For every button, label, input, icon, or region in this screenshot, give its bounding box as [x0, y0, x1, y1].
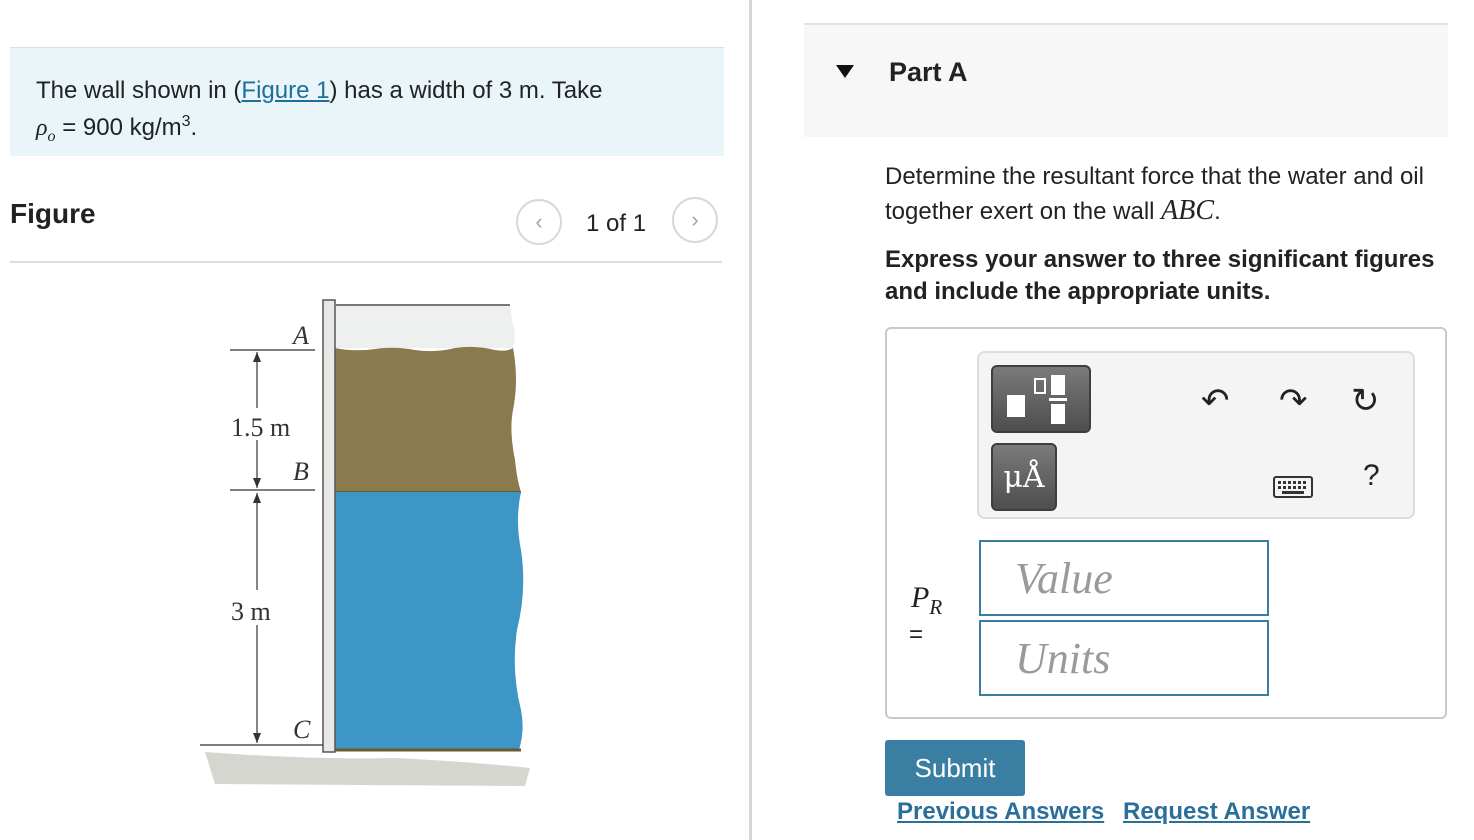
rho-end: . [190, 114, 198, 141]
rho-value: = 900 kg/m [55, 114, 182, 141]
arrowhead [253, 493, 261, 503]
variable-main: P [911, 581, 930, 614]
reset-icon[interactable]: ↻ [1351, 381, 1380, 421]
chevron-right-icon: › [691, 207, 699, 232]
ground [205, 752, 530, 786]
water-region [335, 492, 524, 750]
equals-sign: = [909, 621, 924, 648]
figure-counter: 1 of 1 [586, 210, 647, 237]
problem-line-1: The wall shown in (Figure 1) has a width… [36, 76, 698, 106]
previous-answers-link[interactable]: Previous Answers [897, 798, 1104, 826]
rho-symbol: ρ [36, 115, 48, 141]
question-text: Determine the resultant force that the w… [885, 160, 1445, 229]
request-answer-link[interactable]: Request Answer [1123, 798, 1310, 826]
keyboard-icon[interactable] [1273, 469, 1313, 508]
dim-label-top: 1.5 m [231, 413, 290, 442]
submit-button[interactable]: Submit [885, 740, 1025, 796]
previous-figure-button[interactable]: ‹ [516, 199, 562, 245]
instruction-text: Express your answer to three significant… [885, 246, 1435, 305]
math-toolbar: μÅ ↶ ↷ ↻ ? [977, 351, 1415, 519]
answer-variable: PR [911, 581, 942, 620]
figure-title: Figure [10, 198, 96, 229]
undo-icon[interactable]: ↶ [1201, 381, 1230, 421]
fraction-template-icon [1007, 375, 1067, 424]
answer-box: μÅ ↶ ↷ ↻ ? PR = [885, 327, 1447, 719]
units-symbol-button[interactable]: μÅ [991, 443, 1057, 511]
wall-figure: 1.5 m 3 m A B C [200, 299, 530, 786]
dim-label-bottom: 3 m [231, 597, 271, 626]
question-end: . [1214, 198, 1221, 225]
arrowhead [253, 352, 261, 362]
wall [322, 299, 336, 753]
chevron-left-icon: ‹ [535, 209, 543, 234]
point-c-label: C [293, 715, 311, 744]
problem-suffix: ) has a width of 3 m. Take [329, 77, 603, 104]
air-region [335, 305, 515, 348]
units-input[interactable] [979, 620, 1269, 696]
figure-divider [10, 261, 722, 263]
help-icon[interactable]: ? [1363, 459, 1380, 493]
rho-subscript: o [47, 127, 56, 145]
value-input[interactable] [979, 540, 1269, 616]
point-a-label: A [291, 321, 309, 350]
arrowhead [253, 733, 261, 743]
question-variable: ABC [1161, 195, 1215, 226]
point-b-label: B [293, 457, 309, 486]
oil-region [335, 346, 521, 492]
figure-1-link[interactable]: Figure 1 [241, 77, 329, 104]
rho-exponent: 3 [181, 113, 191, 130]
pane-divider[interactable] [749, 0, 752, 840]
caret-down-icon[interactable] [836, 65, 854, 78]
problem-line-2: ρo = 900 kg/m3. [36, 106, 698, 153]
part-title: Part A [889, 57, 968, 87]
problem-statement: The wall shown in (Figure 1) has a width… [10, 47, 724, 156]
redo-icon[interactable]: ↷ [1279, 381, 1308, 421]
next-figure-button[interactable]: › [672, 197, 718, 243]
part-header[interactable]: Part A [804, 23, 1448, 137]
arrowhead [253, 478, 261, 488]
variable-subscript: R [929, 595, 943, 619]
problem-prefix: The wall shown in ( [36, 77, 242, 104]
question-prefix: Determine the resultant force that the w… [885, 163, 1424, 225]
templates-button[interactable] [991, 365, 1091, 433]
